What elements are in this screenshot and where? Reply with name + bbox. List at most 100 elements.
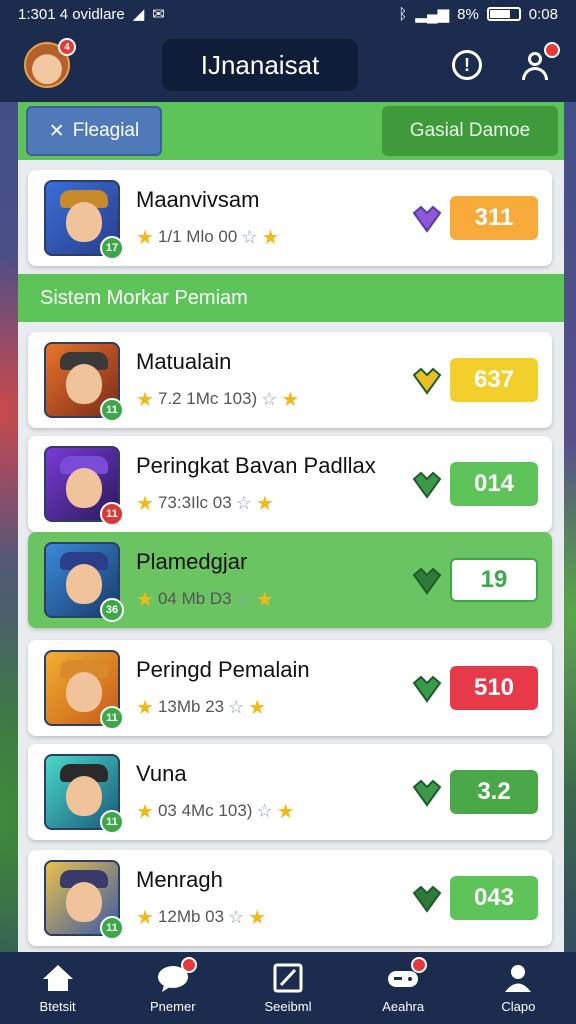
- status-bar: 1:301 4 ovidlare ◢ ✉ ᛒ ▂▄▆ 8% 0:08: [0, 0, 576, 28]
- character-face: [66, 468, 102, 508]
- score-badge: 510: [450, 666, 538, 710]
- star-icon: ★: [248, 696, 267, 719]
- gem-icon: [412, 675, 442, 703]
- gem-icon: [412, 779, 442, 807]
- gem-icon: [412, 567, 442, 595]
- tab-label: Gasial Damoe: [409, 120, 531, 141]
- featured-card[interactable]: 17 Maanvivsam ★ 1/1 Mlo 00 ☆ ★ 311: [28, 170, 552, 266]
- nav-item-pnemer[interactable]: Pnemer: [123, 956, 223, 1014]
- player-name: Menragh: [136, 866, 223, 892]
- nav-item-btetsit[interactable]: Btetsit: [8, 963, 108, 1014]
- nav-badge: [180, 956, 197, 973]
- star-outline-icon: ☆: [241, 226, 258, 247]
- nav-item-aeahra[interactable]: Aeahra: [353, 956, 453, 1014]
- player-name: Maanvivsam: [136, 186, 260, 212]
- player-meta: 12Mb 03: [157, 907, 225, 926]
- level-badge: 11: [100, 502, 124, 526]
- app-header: 4 IJnanaisat !: [0, 28, 576, 102]
- character-face: [66, 672, 102, 712]
- nav-item-seeibml[interactable]: Seeibml: [238, 963, 338, 1014]
- sparkle-icon: ✕: [48, 120, 65, 142]
- player-name: Peringd Pemalain: [136, 656, 310, 682]
- player-name: Vuna: [136, 760, 187, 786]
- table-row[interactable]: 11 Peringd Pemalain ★ 13Mb 23 ☆ ★ 510: [28, 640, 552, 736]
- score-badge: 311: [450, 196, 538, 240]
- score-badge: 014: [450, 462, 538, 506]
- profile-button[interactable]: [518, 42, 560, 82]
- star-outline-icon: ☆: [235, 492, 252, 513]
- character-face: [66, 882, 102, 922]
- signal-icon: ◢: [132, 6, 145, 23]
- star-icon: ★: [136, 388, 154, 411]
- info-button[interactable]: !: [450, 48, 484, 82]
- table-row[interactable]: 36 Plamedgjar ★ 04 Mb D3 ☆ ★ 19: [28, 532, 552, 628]
- level-badge: 11: [100, 916, 124, 940]
- score-badge: 19: [450, 558, 538, 602]
- user-avatar-button[interactable]: 4: [24, 38, 76, 88]
- level-badge: 36: [100, 598, 124, 622]
- page-title: IJnanaisat: [162, 39, 358, 91]
- nav-label: Aeahra: [382, 998, 425, 1014]
- table-row[interactable]: 11 Peringkat Bavan Padllax ★ 73:3Ilc 03 …: [28, 436, 552, 532]
- tab-gasial-damoe[interactable]: Gasial Damoe: [382, 106, 558, 156]
- tab-fleagial[interactable]: ✕ Fleagial: [26, 106, 162, 156]
- leaderboard-panel: ✕ Fleagial Gasial Damoe 17 Maanvivsam ★ …: [18, 102, 564, 952]
- gem-icon: [412, 205, 442, 233]
- game-thumbnail: 11: [44, 860, 124, 940]
- table-row[interactable]: 11 Matualain ★ 7.2 1Mc 103) ☆ ★ 637: [28, 332, 552, 428]
- battery-text: 8%: [457, 5, 479, 23]
- gem-icon: [412, 471, 442, 499]
- edit-icon: [271, 963, 305, 993]
- section-title: Sistem Morkar Pemiam: [18, 274, 564, 322]
- star-icon: ★: [255, 492, 274, 515]
- tab-label: Fleagial: [72, 120, 140, 141]
- game-thumbnail: 11: [44, 342, 124, 422]
- notification-icon: ✉: [152, 6, 165, 23]
- gem-icon: [412, 885, 442, 913]
- gem-icon: [412, 367, 442, 395]
- star-icon: ★: [136, 588, 154, 611]
- player-meta: 13Mb 23: [157, 697, 225, 716]
- star-icon: ★: [248, 906, 267, 929]
- bluetooth-icon: ᛒ: [398, 5, 408, 23]
- character-face: [66, 202, 102, 242]
- level-badge: 11: [100, 398, 124, 422]
- game-thumbnail: 11: [44, 446, 124, 526]
- star-outline-icon: ☆: [228, 696, 245, 717]
- game-thumbnail: 17: [44, 180, 124, 260]
- star-icon: ★: [261, 226, 280, 249]
- table-row[interactable]: 11 Vuna ★ 03 4Mc 103) ☆ ★ 3.2: [28, 744, 552, 840]
- player-meta: 7.2 1Mc 103): [157, 389, 258, 408]
- nav-label: Clapo: [501, 998, 536, 1014]
- character-face: [66, 364, 102, 404]
- star-outline-icon: ☆: [256, 800, 273, 821]
- player-name: Peringkat Bavan Padllax: [136, 452, 376, 478]
- star-icon: ★: [281, 388, 300, 411]
- star-icon: ★: [136, 226, 154, 249]
- player-meta: 03 4Mc 103): [157, 801, 253, 820]
- nav-badge: [411, 956, 428, 973]
- star-icon: ★: [136, 800, 154, 823]
- score-badge: 043: [450, 876, 538, 920]
- score-badge: 637: [450, 358, 538, 402]
- player-name: Matualain: [136, 348, 232, 374]
- level-badge: 17: [100, 236, 124, 260]
- character-face: [66, 564, 102, 604]
- level-badge: 11: [100, 706, 124, 730]
- star-icon: ★: [136, 696, 154, 719]
- star-icon: ★: [276, 800, 295, 823]
- nav-item-clapo[interactable]: Clapo: [468, 963, 568, 1014]
- player-meta: 04 Mb D3: [157, 589, 232, 608]
- star-outline-icon: ☆: [228, 906, 245, 927]
- star-icon: ★: [136, 492, 154, 515]
- battery-icon: [486, 7, 521, 21]
- status-text: 1:301 4 ovidlare: [18, 5, 125, 23]
- character-face: [66, 776, 102, 816]
- table-row[interactable]: 11 Menragh ★ 12Mb 03 ☆ ★ 043: [28, 850, 552, 946]
- nav-label: Seeibml: [264, 998, 312, 1014]
- level-badge: 11: [100, 810, 124, 834]
- star-icon: ★: [255, 588, 274, 611]
- star-outline-icon: ☆: [235, 588, 252, 609]
- star-outline-icon: ☆: [261, 388, 278, 409]
- avatar-badge: 4: [58, 38, 76, 56]
